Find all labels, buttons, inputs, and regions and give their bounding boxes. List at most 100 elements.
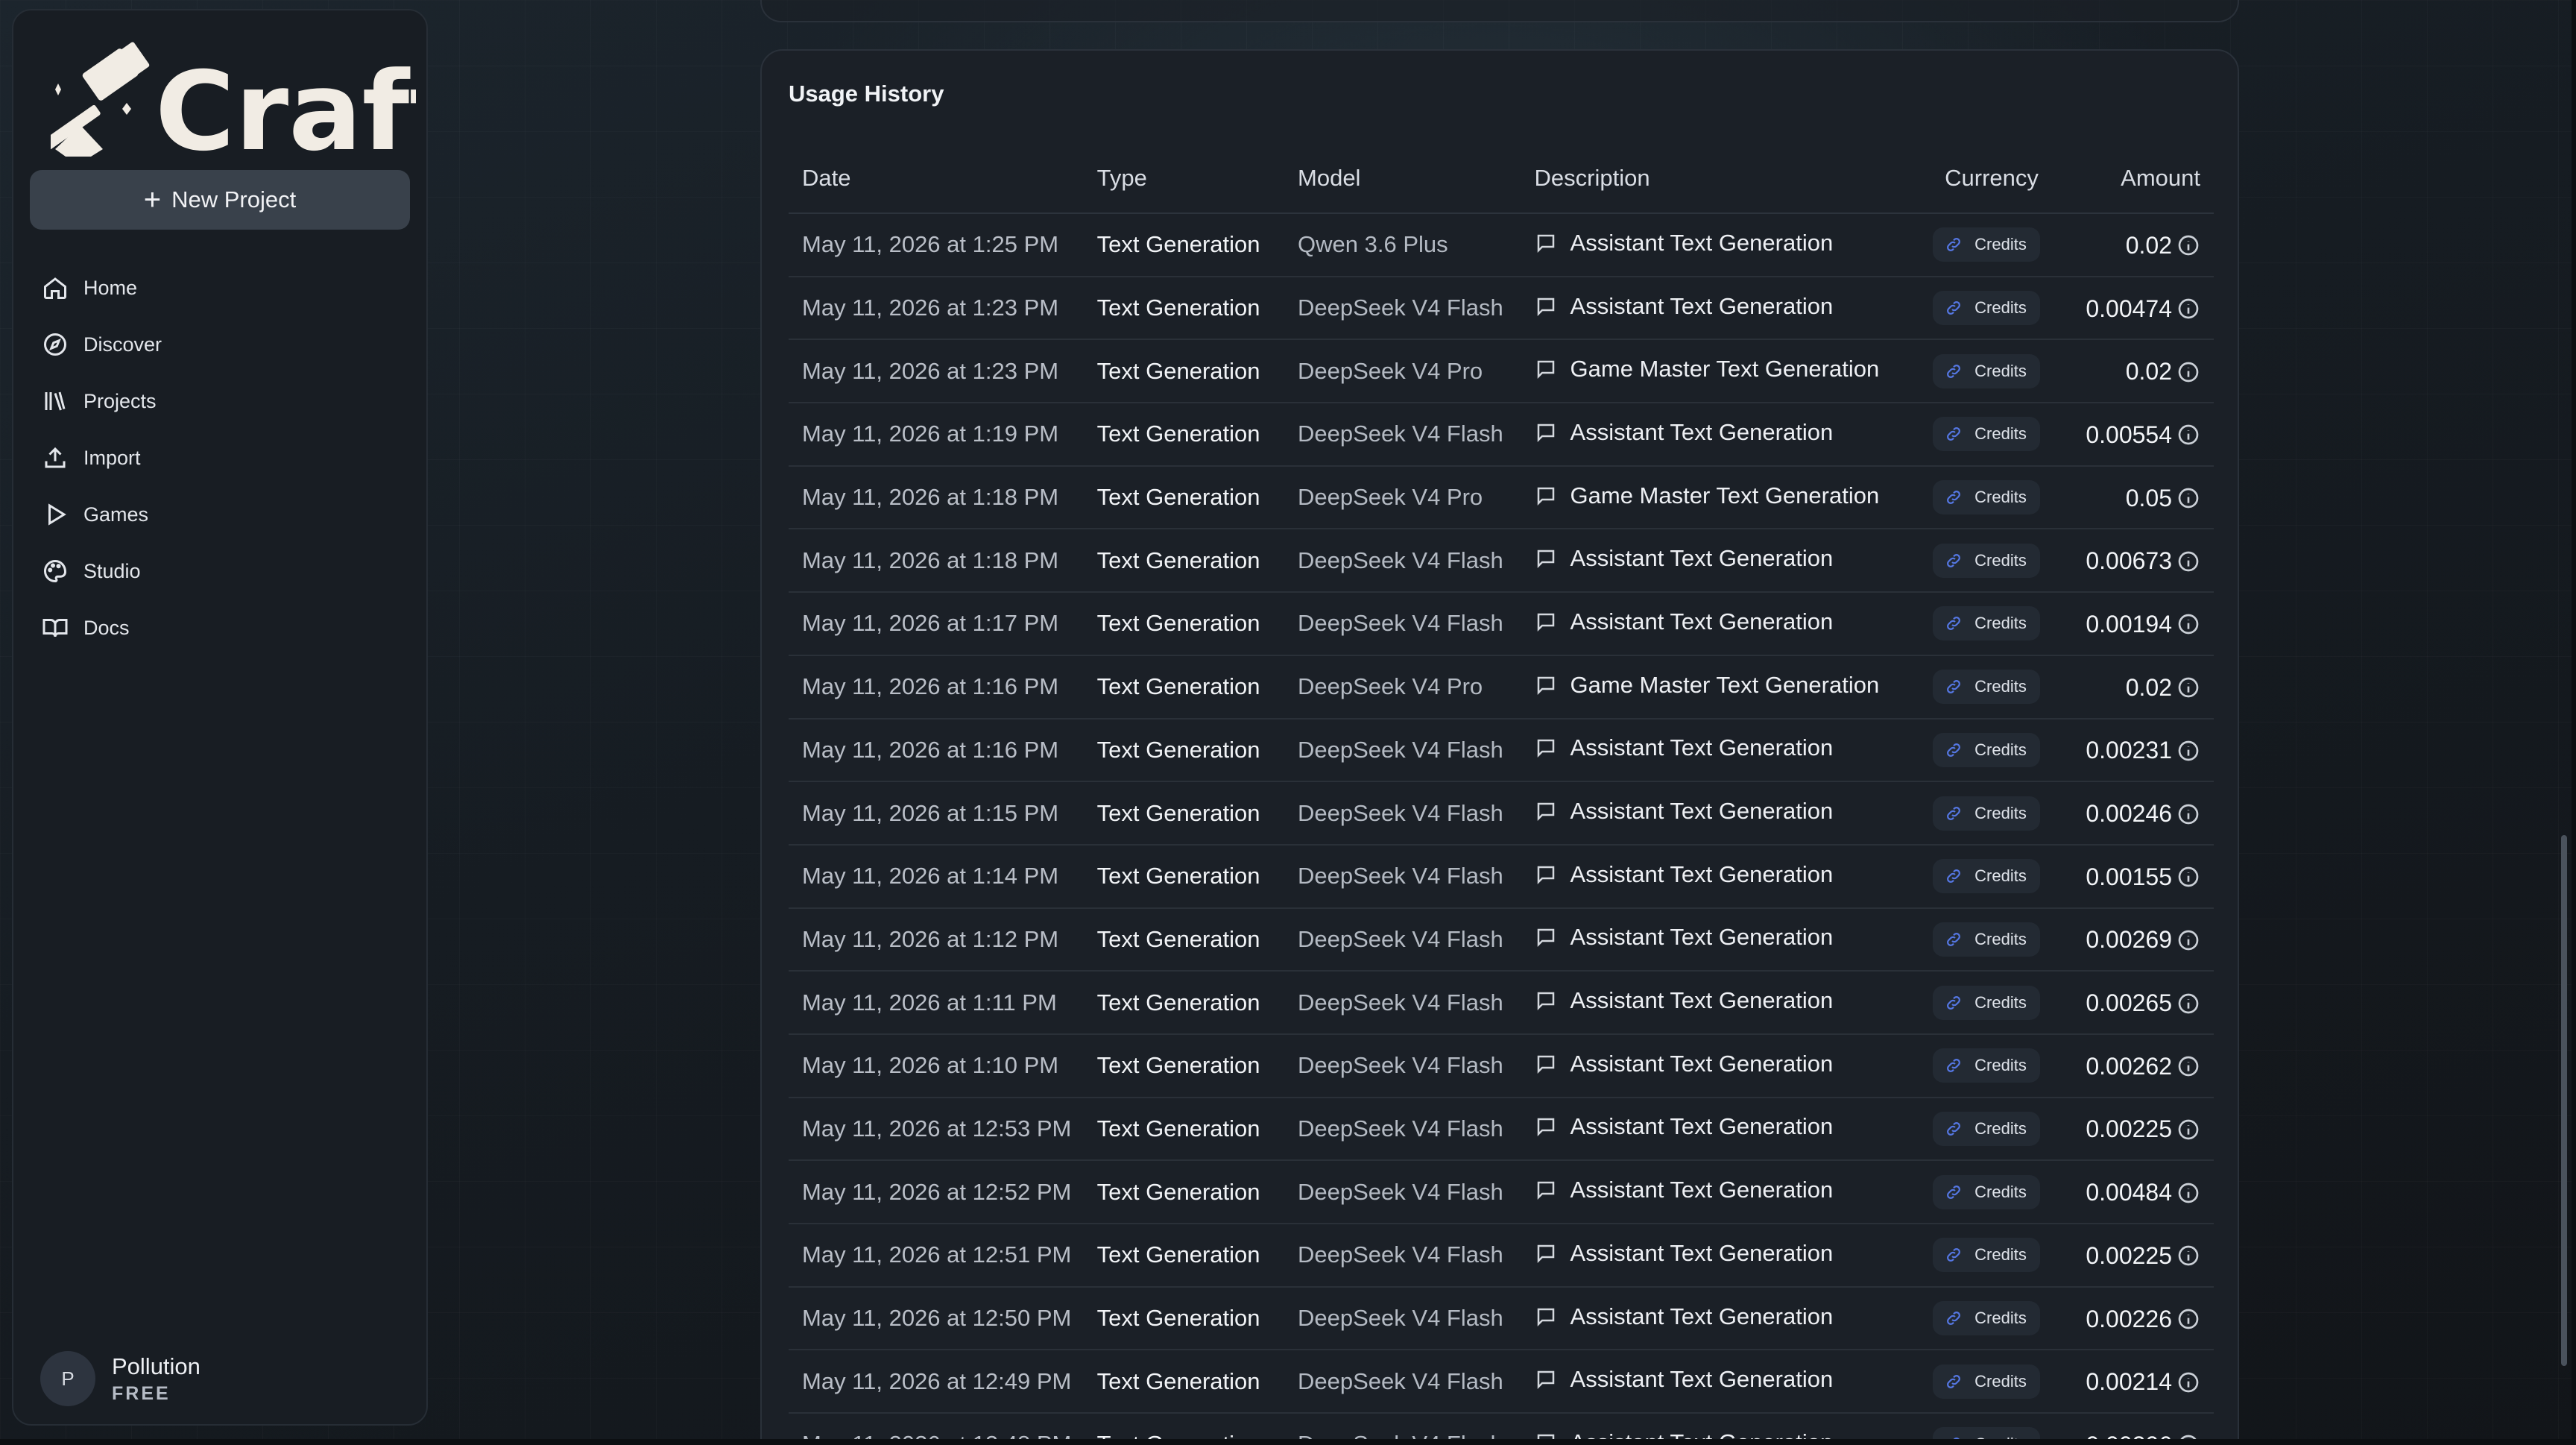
info-icon[interactable] xyxy=(2176,739,2200,763)
book-icon xyxy=(42,619,68,638)
info-icon[interactable] xyxy=(2176,612,2200,636)
row-currency: Credits xyxy=(1974,1182,2027,1201)
sidebar-item-docs[interactable]: Docs xyxy=(42,599,162,656)
row-model: DeepSeek V4 Flash xyxy=(1284,529,1521,594)
row-amount: 0.02 xyxy=(2125,231,2172,259)
row-description-cell: Game Master Text Generation xyxy=(1521,655,1932,720)
row-type: Text Generation xyxy=(1083,1097,1285,1162)
row-amount: 0.00474 xyxy=(2086,295,2172,322)
row-description: Assistant Text Generation xyxy=(1570,1366,1834,1393)
currency-badge: Credits xyxy=(1933,732,2040,767)
row-description-cell: Assistant Text Generation xyxy=(1521,971,1932,1035)
row-date: May 11, 2026 at 1:12 PM xyxy=(789,907,1084,972)
row-date: May 11, 2026 at 1:10 PM xyxy=(789,1033,1084,1098)
row-date: May 11, 2026 at 1:19 PM xyxy=(789,403,1084,467)
sidebar-item-discover[interactable]: Discover xyxy=(42,316,162,373)
row-amount: 0.00225 xyxy=(2086,1241,2172,1269)
row-description-cell: Assistant Text Generation xyxy=(1521,1160,1932,1224)
info-icon[interactable] xyxy=(2176,1181,2200,1205)
row-amount-cell: 0.00484 xyxy=(2072,1160,2214,1224)
sidebar-item-home[interactable]: Home xyxy=(42,259,162,316)
info-icon[interactable] xyxy=(2176,928,2200,952)
info-icon[interactable] xyxy=(2176,486,2200,510)
info-icon[interactable] xyxy=(2176,1307,2200,1331)
table-row[interactable]: May 11, 2026 at 1:17 PM Text Generation … xyxy=(789,592,2214,656)
row-currency: Credits xyxy=(1974,1056,2027,1075)
window-edge xyxy=(2572,0,2576,1445)
usage-history-card: Usage History Date Type Model Descriptio… xyxy=(760,49,2239,1445)
craft-logo[interactable]: Craft xyxy=(42,37,461,175)
table-row[interactable]: May 11, 2026 at 1:18 PM Text Generation … xyxy=(789,465,2214,530)
row-date: May 11, 2026 at 1:14 PM xyxy=(789,844,1084,909)
message-icon xyxy=(1537,424,1554,442)
info-icon[interactable] xyxy=(2176,233,2200,257)
table-row[interactable]: May 11, 2026 at 1:23 PM Text Generation … xyxy=(789,339,2214,404)
info-icon[interactable] xyxy=(2176,992,2200,1016)
row-currency-cell: Credits xyxy=(1931,844,2073,909)
table-row[interactable]: May 11, 2026 at 1:14 PM Text Generation … xyxy=(789,844,2214,909)
table-row[interactable]: May 11, 2026 at 12:49 PM Text Generation… xyxy=(789,1350,2214,1414)
sidebar-item-projects[interactable]: Projects xyxy=(42,373,162,429)
table-row[interactable]: May 11, 2026 at 12:53 PM Text Generation… xyxy=(789,1097,2214,1162)
table-row[interactable]: May 11, 2026 at 1:25 PM Text Generation … xyxy=(789,213,2214,277)
table-row[interactable]: May 11, 2026 at 1:15 PM Text Generation … xyxy=(789,781,2214,846)
page-scrollbar[interactable] xyxy=(2561,835,2567,1366)
sidebar-item-import[interactable]: Import xyxy=(42,429,162,486)
new-project-label: New Project xyxy=(171,186,297,212)
row-amount-cell: 0.02 xyxy=(2072,339,2214,404)
user-profile[interactable]: P Pollution FREE xyxy=(40,1351,201,1406)
column-header-model: Model xyxy=(1284,143,1521,214)
table-row[interactable]: May 11, 2026 at 12:50 PM Text Generation… xyxy=(789,1286,2214,1351)
row-currency: Credits xyxy=(1974,740,2027,759)
link-icon xyxy=(1947,1122,1961,1136)
info-icon[interactable] xyxy=(2176,423,2200,447)
message-icon xyxy=(1537,234,1554,253)
info-icon[interactable] xyxy=(2176,1118,2200,1142)
table-row[interactable]: May 11, 2026 at 1:18 PM Text Generation … xyxy=(789,529,2214,594)
row-description-cell: Assistant Text Generation xyxy=(1521,1097,1932,1162)
info-icon[interactable] xyxy=(2176,1054,2200,1078)
info-icon[interactable] xyxy=(2176,676,2200,699)
row-type: Text Generation xyxy=(1083,655,1285,720)
row-amount: 0.00554 xyxy=(2086,421,2172,448)
row-type: Text Generation xyxy=(1083,1033,1285,1098)
table-row[interactable]: May 11, 2026 at 1:19 PM Text Generation … xyxy=(789,403,2214,467)
message-icon xyxy=(1537,1055,1554,1074)
table-row[interactable]: May 11, 2026 at 12:52 PM Text Generation… xyxy=(789,1160,2214,1224)
sidebar-item-studio[interactable]: Studio xyxy=(42,543,162,599)
row-amount: 0.00673 xyxy=(2086,547,2172,575)
info-icon[interactable] xyxy=(2176,1244,2200,1268)
user-name: Pollution xyxy=(112,1353,201,1379)
row-description-cell: Assistant Text Generation xyxy=(1521,718,1932,783)
info-icon[interactable] xyxy=(2176,550,2200,573)
info-icon[interactable] xyxy=(2176,865,2200,889)
table-row[interactable]: May 11, 2026 at 12:51 PM Text Generation… xyxy=(789,1224,2214,1288)
currency-badge: Credits xyxy=(1933,1238,2040,1273)
table-row[interactable]: May 11, 2026 at 1:11 PM Text Generation … xyxy=(789,971,2214,1035)
info-icon[interactable] xyxy=(2176,802,2200,826)
row-amount-cell: 0.00474 xyxy=(2072,276,2214,341)
info-icon[interactable] xyxy=(2176,360,2200,384)
currency-badge: Credits xyxy=(1933,985,2040,1020)
upload-icon xyxy=(45,447,66,468)
table-row[interactable]: May 11, 2026 at 1:12 PM Text Generation … xyxy=(789,907,2214,972)
currency-badge: Credits xyxy=(1933,1111,2040,1146)
row-currency: Credits xyxy=(1974,550,2027,570)
row-currency: Credits xyxy=(1974,1309,2027,1328)
row-type: Text Generation xyxy=(1083,971,1285,1035)
table-row[interactable]: May 11, 2026 at 1:10 PM Text Generation … xyxy=(789,1033,2214,1098)
row-amount: 0.00231 xyxy=(2086,737,2172,764)
link-icon xyxy=(1947,491,1961,505)
table-row[interactable]: May 11, 2026 at 1:23 PM Text Generation … xyxy=(789,276,2214,341)
table-row[interactable]: May 11, 2026 at 1:16 PM Text Generation … xyxy=(789,655,2214,720)
info-icon[interactable] xyxy=(2176,297,2200,321)
table-row[interactable]: May 11, 2026 at 1:16 PM Text Generation … xyxy=(789,718,2214,783)
sidebar-item-games[interactable]: Games xyxy=(42,486,162,543)
currency-badge: Credits xyxy=(1933,543,2040,578)
row-date: May 11, 2026 at 1:16 PM xyxy=(789,655,1084,720)
info-icon[interactable] xyxy=(2176,1370,2200,1394)
new-project-button[interactable]: + New Project xyxy=(30,170,410,230)
row-type: Text Generation xyxy=(1083,1350,1285,1414)
link-icon xyxy=(1947,301,1961,315)
row-description-cell: Assistant Text Generation xyxy=(1521,781,1932,846)
